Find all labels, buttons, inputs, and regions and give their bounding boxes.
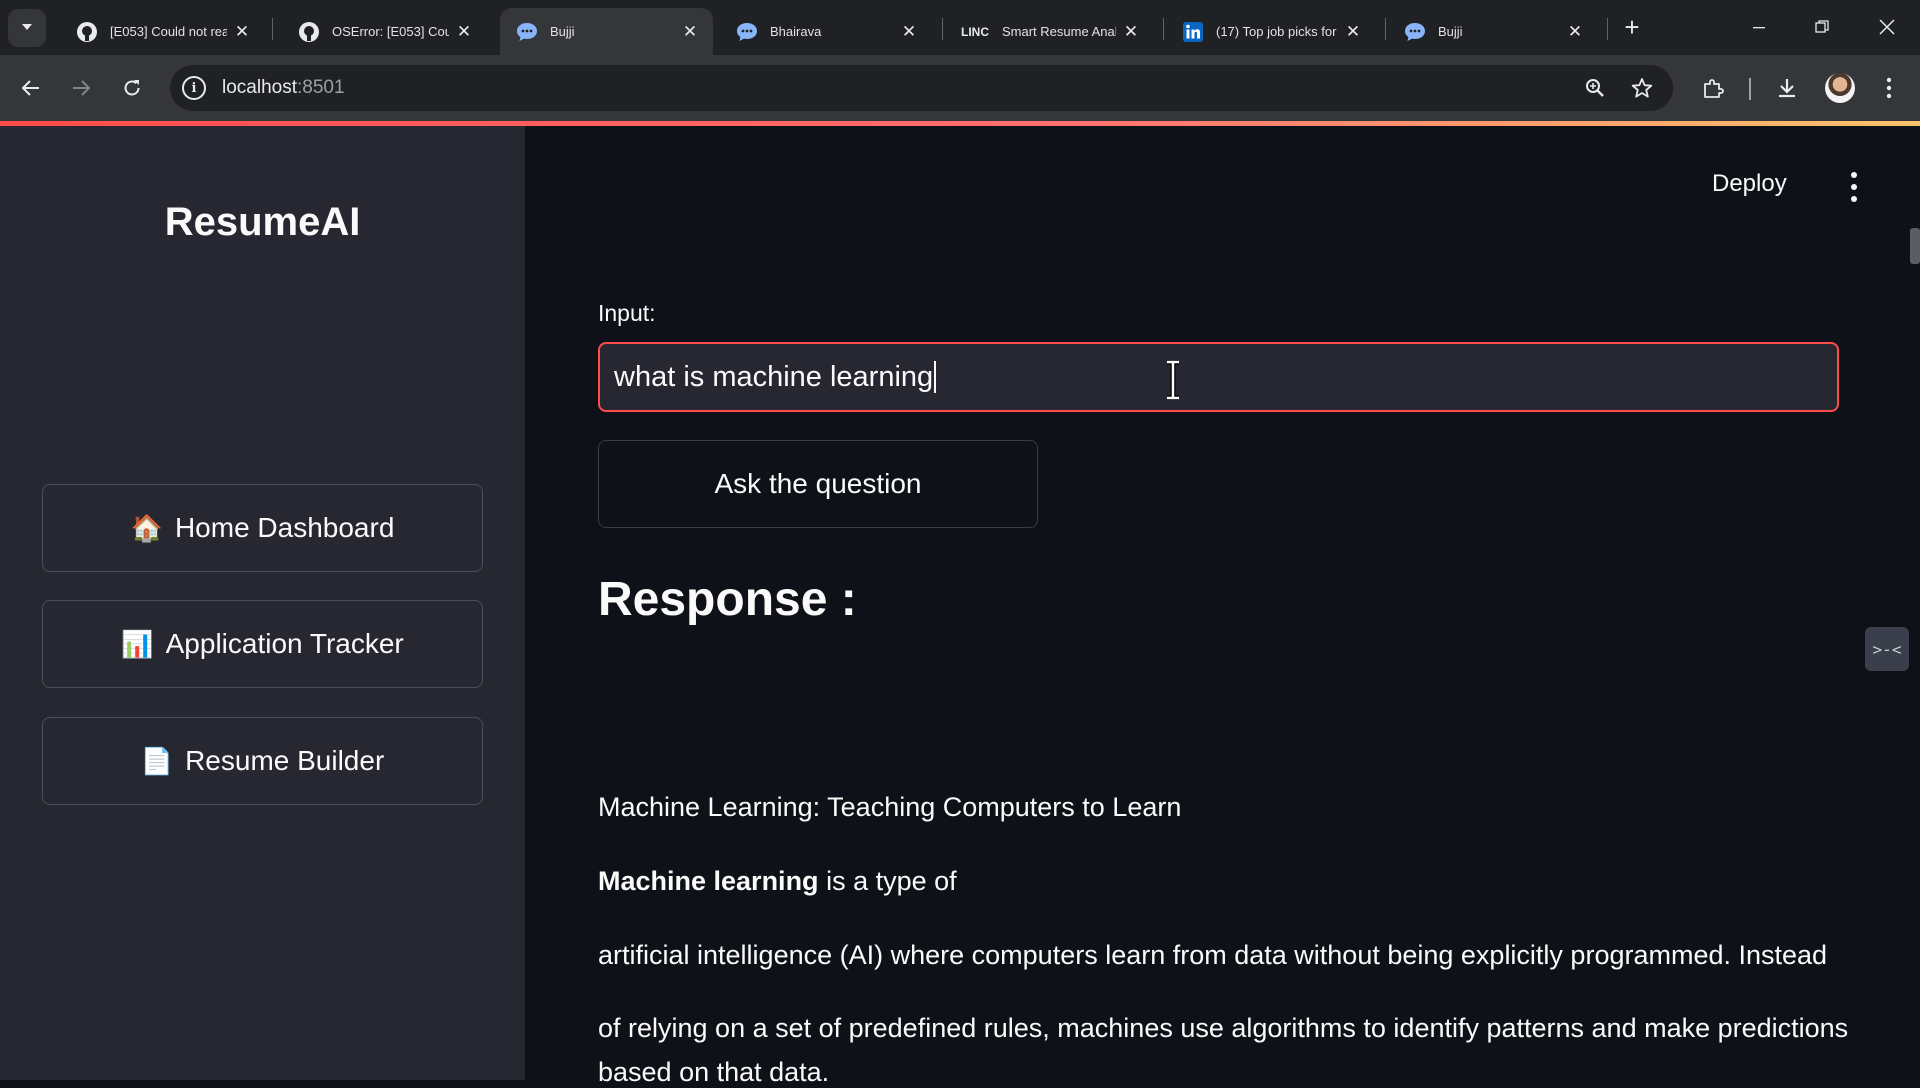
browser-tab-strip: [E053] Could not read ✕ OSError: [E053] …	[0, 0, 1920, 55]
browser-tab-active[interactable]: Bujji ✕	[500, 8, 713, 55]
tab-title: Bhairava	[770, 24, 822, 39]
new-tab-button[interactable]: +	[1617, 12, 1647, 42]
nav-button-label: Application Tracker	[165, 628, 404, 659]
document-icon: 📄	[140, 745, 174, 776]
tab-title: [E053] Could not read	[110, 24, 227, 39]
url-host: localhost	[222, 77, 297, 98]
bar-chart-icon: 📊	[121, 628, 154, 659]
text-caret	[934, 361, 937, 393]
minimize-button[interactable]	[1737, 8, 1781, 46]
zoom-icon[interactable]	[1580, 73, 1610, 103]
profile-avatar[interactable]	[1825, 73, 1855, 103]
browser-tab[interactable]: OSError: [E053] Could ✕	[282, 8, 487, 55]
window-close-button[interactable]	[1865, 8, 1909, 46]
input-label: Input:	[598, 300, 656, 326]
tab-title: OSError: [E053] Could	[332, 24, 449, 39]
response-paragraph: Machine learning is a type of	[598, 866, 957, 897]
home-dashboard-button[interactable]: 🏠 Home Dashboard	[42, 484, 483, 572]
download-icon[interactable]	[1770, 71, 1804, 105]
tab-divider	[272, 18, 273, 40]
resume-builder-button[interactable]: 📄 Resume Builder	[42, 717, 483, 805]
close-icon[interactable]: ✕	[1344, 22, 1362, 41]
reload-icon	[124, 80, 140, 96]
chat-bubble-icon	[1404, 21, 1426, 43]
close-icon[interactable]: ✕	[455, 22, 473, 41]
tab-title: Smart Resume Analyz	[1002, 24, 1116, 39]
tab-title: Bujji	[1438, 24, 1463, 39]
browser-tab[interactable]: LINC Smart Resume Analyz ✕	[944, 8, 1154, 55]
minimize-icon	[1753, 27, 1765, 29]
chat-bubble-icon	[736, 21, 758, 43]
response-text: based on that data.	[598, 1057, 830, 1087]
browser-tab[interactable]: [E053] Could not read ✕	[60, 8, 265, 55]
extensions-icon[interactable]	[1696, 71, 1730, 105]
back-button[interactable]	[14, 71, 48, 105]
close-icon[interactable]: ✕	[900, 22, 918, 41]
scrollbar-thumb[interactable]	[1910, 228, 1920, 264]
restore-button[interactable]	[1800, 8, 1844, 46]
tab-search-button[interactable]	[8, 9, 46, 47]
url-port: :8501	[297, 77, 345, 98]
tab-divider	[1385, 18, 1386, 40]
more-vert-icon[interactable]	[1872, 71, 1906, 105]
response-text: is a type of	[818, 866, 957, 896]
nav-button-label: Resume Builder	[185, 745, 385, 776]
url-text[interactable]: localhost:8501	[222, 77, 345, 99]
response-bold-term: Machine learning	[598, 866, 819, 896]
tab-divider	[942, 18, 943, 40]
close-icon[interactable]: ✕	[681, 22, 699, 41]
arrow-left-icon	[21, 80, 39, 96]
forward-button[interactable]	[64, 71, 98, 105]
response-title: Machine Learning: Teaching Computers to …	[598, 792, 1182, 822]
close-icon[interactable]: ✕	[233, 22, 251, 41]
tab-title: (17) Top job picks for	[1216, 24, 1337, 39]
linc-logo: LINC	[961, 24, 989, 39]
reload-button[interactable]	[115, 71, 149, 105]
browser-tab[interactable]: Bhairava ✕	[720, 8, 932, 55]
linkedin-icon	[1182, 21, 1204, 43]
restore-icon	[1815, 20, 1829, 33]
arrow-right-icon	[73, 80, 91, 96]
tab-divider	[1607, 18, 1608, 40]
close-icon[interactable]: ✕	[1122, 22, 1140, 41]
star-icon[interactable]	[1627, 73, 1657, 103]
ask-question-button[interactable]: Ask the question	[598, 440, 1038, 528]
response-heading: Response :	[598, 573, 857, 626]
close-icon[interactable]: ✕	[1566, 22, 1584, 41]
chat-bubble-icon	[516, 21, 538, 43]
browser-toolbar: i localhost:8501	[0, 55, 1920, 121]
address-bar[interactable]: i localhost:8501	[170, 65, 1673, 111]
chevron-down-icon	[20, 20, 34, 37]
tab-title: Bujji	[550, 24, 575, 39]
collapse-icon[interactable]: >-<	[1865, 627, 1909, 671]
text-cursor-icon	[1167, 360, 1179, 400]
application-tracker-button[interactable]: 📊 Application Tracker	[42, 600, 483, 688]
response-text: of relying on a set of predefined rules,…	[598, 1013, 1849, 1043]
deploy-button[interactable]: Deploy	[1712, 170, 1787, 198]
toolbar-divider	[1749, 78, 1751, 100]
plus-icon: +	[1624, 11, 1640, 42]
tab-divider	[1163, 18, 1164, 40]
github-icon	[76, 21, 98, 43]
browser-tab[interactable]: (17) Top job picks for ✕	[1166, 8, 1376, 55]
question-input[interactable]: what is machine learning	[598, 342, 1839, 412]
github-icon	[298, 21, 320, 43]
input-value: what is machine learning	[614, 360, 934, 393]
browser-tab[interactable]: Bujji ✕	[1388, 8, 1598, 55]
info-icon[interactable]: i	[182, 76, 206, 100]
response-text: artificial intelligence (AI) where compu…	[598, 940, 1828, 970]
more-vert-icon[interactable]	[1840, 172, 1868, 202]
app-title: ResumeAI	[164, 200, 361, 244]
close-icon	[1879, 19, 1895, 35]
nav-button-label: Home Dashboard	[174, 512, 395, 543]
house-icon: 🏠	[130, 512, 163, 543]
